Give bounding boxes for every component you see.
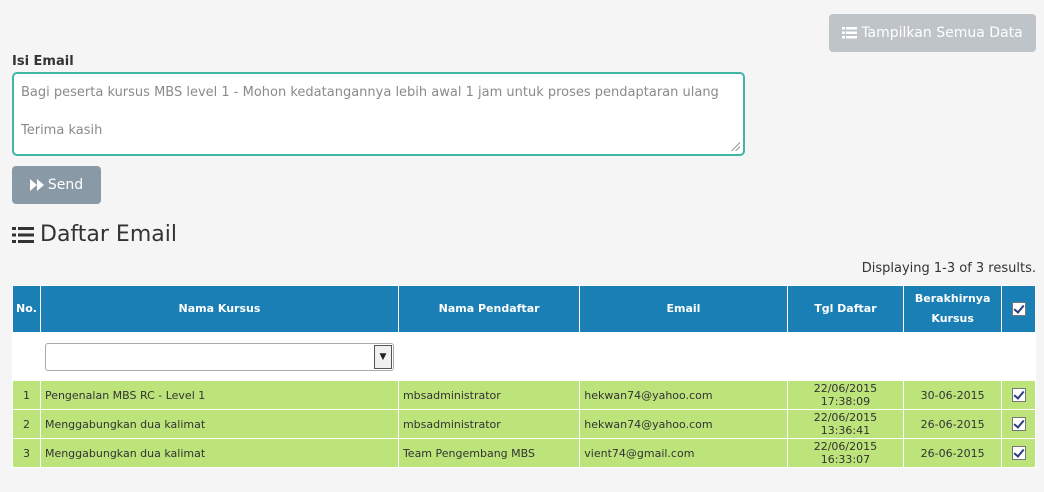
cell-email: vient74@gmail.com (579, 438, 788, 468)
email-body-label: Isi Email (12, 54, 74, 69)
list-icon (842, 27, 858, 39)
resize-handle-icon[interactable] (730, 141, 740, 151)
cell-email: hekwan74@yahoo.com (579, 380, 788, 410)
cell-no: 2 (12, 409, 41, 439)
cell-end: 26-06-2015 (903, 438, 1003, 468)
table-row: 2 Menggabungkan dua kalimat mbsadministr… (12, 409, 1036, 439)
cell-end: 30-06-2015 (903, 380, 1003, 410)
column-header-end-line2: Kursus (931, 312, 974, 325)
column-header-email[interactable]: Email (579, 285, 788, 333)
cell-registrant: Team Pengembang MBS (397, 438, 581, 468)
email-body-line: Terima kasih (21, 123, 103, 138)
column-header-end-line1: Berakhirnya (914, 292, 991, 305)
cell-course: Menggabungkan dua kalimat (39, 409, 399, 439)
cell-no: 3 (12, 438, 41, 468)
email-list-title: Daftar Email (40, 222, 177, 247)
cell-date: 22/06/2015 16:33:07 (786, 438, 905, 468)
cell-no: 1 (12, 380, 41, 410)
email-list-heading: Daftar Email (12, 222, 177, 247)
email-table: No. Nama Kursus Nama Pendaftar Email Tgl… (12, 285, 1036, 468)
column-header-select-all (1001, 285, 1036, 333)
column-header-course[interactable]: Nama Kursus (39, 285, 399, 333)
column-header-registrant[interactable]: Nama Pendaftar (397, 285, 581, 333)
triangle-down-icon[interactable]: ▼ (373, 344, 392, 369)
send-button[interactable]: Send (12, 166, 101, 204)
cell-course: Menggabungkan dua kalimat (39, 438, 399, 468)
send-label: Send (47, 177, 84, 193)
filter-row: ▼ (12, 332, 1036, 381)
cell-course: Pengenalan MBS RC - Level 1 (39, 380, 399, 410)
cell-date: 22/06/2015 17:38:09 (786, 380, 905, 410)
cell-email: hekwan74@yahoo.com (579, 409, 788, 439)
column-header-no[interactable]: No. (12, 285, 41, 333)
list-icon (12, 226, 34, 243)
email-body-textarea[interactable]: Bagi peserta kursus MBS level 1 - Mohon … (12, 72, 745, 156)
cell-date: 22/06/2015 13:36:41 (786, 409, 905, 439)
cell-end: 26-06-2015 (903, 409, 1003, 439)
fast-forward-icon (29, 179, 44, 191)
show-all-data-label: Tampilkan Semua Data (861, 25, 1023, 41)
table-row: 3 Menggabungkan dua kalimat Team Pengemb… (12, 438, 1036, 468)
table-row: 1 Pengenalan MBS RC - Level 1 mbsadminis… (12, 380, 1036, 410)
cell-registrant: mbsadministrator (397, 409, 581, 439)
column-header-end[interactable]: Berakhirnya Kursus (903, 285, 1003, 333)
column-header-date[interactable]: Tgl Daftar (786, 285, 905, 333)
results-summary: Displaying 1-3 of 3 results. (861, 261, 1036, 276)
table-header-row: No. Nama Kursus Nama Pendaftar Email Tgl… (12, 285, 1036, 333)
row-checkbox[interactable] (1011, 417, 1026, 431)
select-all-checkbox[interactable] (1011, 302, 1026, 316)
show-all-data-button[interactable]: Tampilkan Semua Data (829, 14, 1036, 52)
row-checkbox[interactable] (1011, 388, 1026, 402)
email-body-line: Bagi peserta kursus MBS level 1 - Mohon … (21, 85, 719, 100)
course-filter-select[interactable]: ▼ (44, 342, 394, 371)
cell-registrant: mbsadministrator (397, 380, 581, 410)
row-checkbox[interactable] (1011, 446, 1026, 460)
